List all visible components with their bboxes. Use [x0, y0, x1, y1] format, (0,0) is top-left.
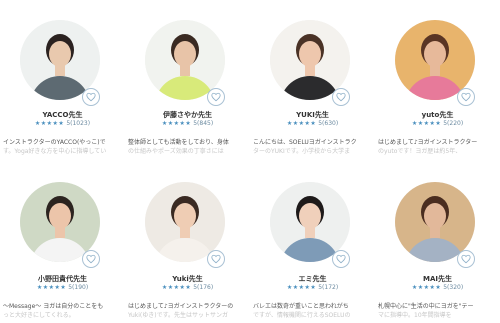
instructor-bio: バレエは数奇が重いこと思われがち ですが、情報機関に行えるSOELUの [253, 302, 372, 322]
instructor-card[interactable]: Yuki先生 ★★★★★ 5(176) はじめまして♪ヨガインストラクターの Yu… [125, 161, 250, 322]
star-rating-icon: ★★★★★ [286, 284, 317, 291]
bio-line-faded: マに指導中。10年間指導を [378, 312, 452, 319]
bio-line: 整体師としても活動をしており、身体 [128, 139, 229, 146]
instructor-name[interactable]: YUKI先生 [250, 110, 375, 120]
instructor-name[interactable]: Yuki先生 [125, 274, 250, 284]
bio-line: 札幌中心に"生活の中にヨガを"テー [378, 303, 474, 310]
instructor-rating: ★★★★★ 5(190) [0, 284, 125, 291]
instructor-rating: ★★★★★ 5(220) [375, 120, 500, 127]
heart-icon [211, 92, 221, 102]
bio-line: ～Message～ ヨガは自分のことをも [3, 303, 104, 310]
bio-line-faded: ですが、情報機関に行えるSOELUの [253, 312, 351, 319]
instructor-card[interactable]: 伊藤さやか先生 ★★★★★ 5(845) 整体師としても活動をしており、身体 の仕… [125, 0, 250, 161]
instructor-name[interactable]: エミ先生 [250, 274, 375, 284]
bio-line: インストラクターのYACCO(やっこ)で [3, 139, 106, 146]
star-rating-icon: ★★★★★ [161, 120, 192, 127]
instructor-name[interactable]: MAI先生 [375, 274, 500, 284]
rating-score: 5(1023) [66, 120, 91, 127]
instructor-rating: ★★★★★ 5(172) [250, 284, 375, 291]
bio-line-faded: す。Yoga好きな方を中心に指導してい [3, 148, 107, 155]
instructor-rating: ★★★★★ 5(845) [125, 120, 250, 127]
star-rating-icon: ★★★★★ [36, 284, 67, 291]
star-rating-icon: ★★★★★ [286, 120, 317, 127]
bio-line-faded: の仕組みやポーズ効果の丁寧さには [128, 148, 224, 155]
heart-icon [336, 254, 346, 264]
rating-score: 5(845) [193, 120, 214, 127]
instructor-rating: ★★★★★ 5(630) [250, 120, 375, 127]
star-rating-icon: ★★★★★ [411, 120, 442, 127]
instructor-rating: ★★★★★ 5(320) [375, 284, 500, 291]
heart-icon [86, 92, 96, 102]
favorite-heart-button[interactable] [82, 250, 100, 268]
heart-icon [86, 254, 96, 264]
instructor-bio: ～Message～ ヨガは自分のことをも っと大好きにしてくれる。 [3, 302, 122, 322]
instructor-card[interactable]: YACCO先生 ★★★★★ 5(1023) インストラクターのYACCO(やっこ)… [0, 0, 125, 161]
rating-score: 5(176) [193, 284, 214, 291]
instructor-name[interactable]: 伊藤さやか先生 [125, 110, 250, 120]
instructor-bio: 札幌中心に"生活の中にヨガを"テー マに指導中。10年間指導を [378, 302, 497, 322]
favorite-heart-button[interactable] [207, 250, 225, 268]
instructor-rating: ★★★★★ 5(1023) [0, 120, 125, 127]
instructor-bio: 整体師としても活動をしており、身体 の仕組みやポーズ効果の丁寧さには [128, 138, 247, 158]
bio-line: こんにちは、SOELUヨガインストラク [253, 139, 357, 146]
rating-score: 5(172) [318, 284, 339, 291]
instructor-name[interactable]: 小野田貴代先生 [0, 274, 125, 284]
heart-icon [336, 92, 346, 102]
instructor-card[interactable]: MAI先生 ★★★★★ 5(320) 札幌中心に"生活の中にヨガを"テー マに指導… [375, 161, 500, 322]
bio-line-faded: のyutoです！ヨガ歴は約5年、 [378, 148, 462, 155]
favorite-heart-button[interactable] [332, 250, 350, 268]
rating-score: 5(190) [68, 284, 89, 291]
star-rating-icon: ★★★★★ [34, 120, 65, 127]
instructor-card[interactable]: YUKI先生 ★★★★★ 5(630) こんにちは、SOELUヨガインストラク タ… [250, 0, 375, 161]
bio-line-faded: Yuki(ゆき)です。先生はサットサンガ [128, 312, 229, 319]
star-rating-icon: ★★★★★ [161, 284, 192, 291]
heart-icon [461, 254, 471, 264]
bio-line: バレエは数奇が重いこと思われがち [253, 303, 349, 310]
instructor-bio: こんにちは、SOELUヨガインストラク ターのYUKIです。小学校から大学ま [253, 138, 372, 158]
instructor-card[interactable]: エミ先生 ★★★★★ 5(172) バレエは数奇が重いこと思われがち ですが、情報… [250, 161, 375, 322]
rating-score: 5(320) [443, 284, 464, 291]
bio-line: はじめまして♪ヨガインストラクター [378, 139, 478, 146]
bio-line-faded: っと大好きにしてくれる。 [3, 312, 75, 319]
instructor-card[interactable]: 小野田貴代先生 ★★★★★ 5(190) ～Message～ ヨガは自分のことをも… [0, 161, 125, 322]
heart-icon [211, 254, 221, 264]
favorite-heart-button[interactable] [457, 250, 475, 268]
instructor-bio: インストラクターのYACCO(やっこ)で す。Yoga好きな方を中心に指導してい [3, 138, 122, 158]
favorite-heart-button[interactable] [207, 88, 225, 106]
instructor-bio: はじめまして♪ヨガインストラクターの Yuki(ゆき)です。先生はサットサンガ [128, 302, 247, 322]
bio-line-faded: ターのYUKIです。小学校から大学ま [253, 148, 351, 155]
star-rating-icon: ★★★★★ [411, 284, 442, 291]
instructor-name[interactable]: YACCO先生 [0, 110, 125, 120]
instructor-grid: YACCO先生 ★★★★★ 5(1023) インストラクターのYACCO(やっこ)… [0, 0, 500, 323]
favorite-heart-button[interactable] [82, 88, 100, 106]
instructor-card[interactable]: yuto先生 ★★★★★ 5(220) はじめまして♪ヨガインストラクター のyu… [375, 0, 500, 161]
favorite-heart-button[interactable] [457, 88, 475, 106]
bio-line: はじめまして♪ヨガインストラクターの [128, 303, 234, 310]
favorite-heart-button[interactable] [332, 88, 350, 106]
instructor-bio: はじめまして♪ヨガインストラクター のyutoです！ヨガ歴は約5年、 [378, 138, 497, 158]
instructor-name[interactable]: yuto先生 [375, 110, 500, 120]
rating-score: 5(630) [318, 120, 339, 127]
heart-icon [461, 92, 471, 102]
rating-score: 5(220) [443, 120, 464, 127]
instructor-rating: ★★★★★ 5(176) [125, 284, 250, 291]
